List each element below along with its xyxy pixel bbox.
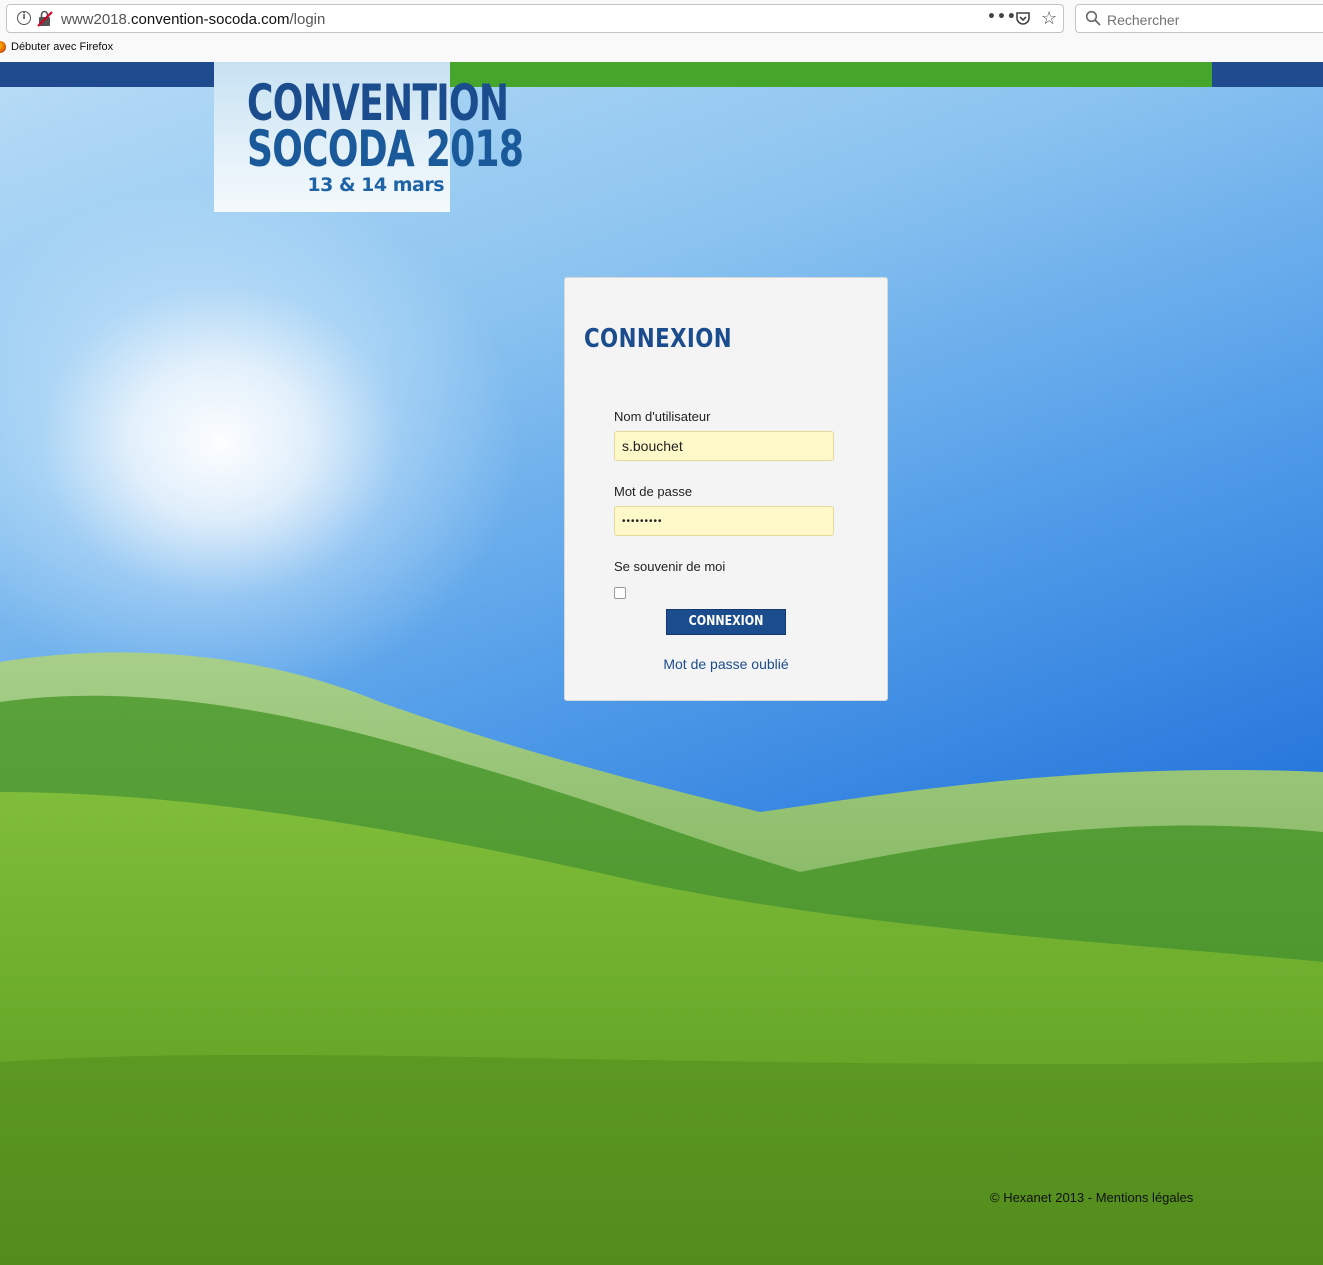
remember-me-label: Se souvenir de moi <box>614 559 726 574</box>
url-text[interactable]: www2018.convention-socoda.com/login <box>61 11 325 28</box>
login-card: CONNEXION Nom d'utilisateur s.bouchet Mo… <box>564 277 888 701</box>
remember-me-checkbox[interactable] <box>614 587 626 599</box>
username-input[interactable]: s.bouchet <box>614 431 834 461</box>
login-submit-button[interactable]: CONNEXION <box>666 609 786 635</box>
search-bar[interactable]: Rechercher <box>1075 4 1323 33</box>
login-title: CONNEXION <box>584 324 733 354</box>
firefox-icon <box>0 41 6 53</box>
url-bar[interactable]: i www2018.convention-socoda.com/login ••… <box>6 4 1064 33</box>
username-label: Nom d'utilisateur <box>614 409 711 424</box>
info-icon[interactable]: i <box>17 11 31 25</box>
convention-logo[interactable]: CONVENTION SOCODA 2018 13 & 14 mars <box>214 62 524 212</box>
browser-chrome: i www2018.convention-socoda.com/login ••… <box>0 0 1323 63</box>
bookmark-label: Débuter avec Firefox <box>11 41 114 53</box>
password-input[interactable]: ••••••••• <box>614 506 834 536</box>
bookmark-star-icon[interactable]: ☆ <box>1041 9 1057 27</box>
grass-hills-background <box>0 652 1323 1265</box>
forgot-password-link[interactable]: Mot de passe oublié <box>565 656 887 672</box>
search-icon <box>1085 10 1101 26</box>
password-label: Mot de passe <box>614 484 693 499</box>
search-placeholder: Rechercher <box>1107 12 1180 28</box>
top-bar-accent <box>450 62 1212 87</box>
page-background: CONVENTION SOCODA 2018 13 & 14 mars CONN… <box>0 62 1323 1265</box>
logo-subtitle: SOCODA 2018 <box>247 120 524 178</box>
footer-text[interactable]: © Hexanet 2013 - Mentions légales <box>990 1190 1193 1205</box>
page-actions-menu-icon[interactable]: ••• <box>987 9 1017 25</box>
pocket-icon[interactable] <box>1015 11 1031 27</box>
logo-date: 13 & 14 mars <box>307 174 444 196</box>
insecure-lock-icon[interactable] <box>37 10 53 27</box>
